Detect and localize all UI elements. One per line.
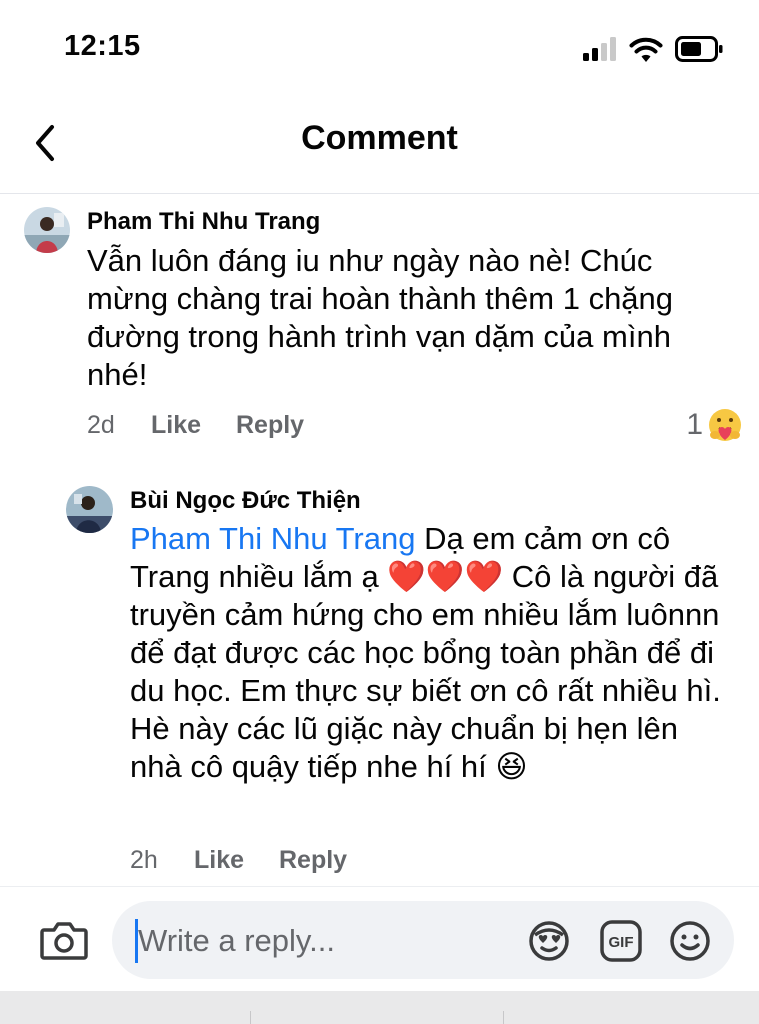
avatar[interactable] (66, 486, 113, 533)
like-button[interactable]: Like (151, 411, 236, 440)
comment-text: Pham Thi Nhu Trang Dạ em cảm ơn cô Trang… (130, 520, 730, 786)
like-button[interactable]: Like (194, 846, 279, 875)
page-title: Comment (301, 119, 458, 157)
emoji-icon[interactable] (668, 919, 712, 963)
comment-timestamp: 2h (130, 846, 158, 874)
comment-actions: 2h Like Reply (130, 846, 347, 875)
wifi-icon (629, 37, 663, 62)
reply-button[interactable]: Reply (279, 846, 347, 875)
divider (250, 1011, 251, 1024)
mention-link[interactable]: Pham Thi Nhu Trang (130, 521, 415, 556)
care-reaction-icon (709, 409, 741, 441)
avatar[interactable] (24, 207, 70, 253)
reaction-summary[interactable]: 1 (686, 407, 743, 443)
heart-emojis: ❤️❤️❤️ (387, 559, 504, 594)
comment-timestamp: 2d (87, 411, 115, 439)
reply-input-container[interactable]: GIF (112, 901, 734, 979)
comment-actions: 2d Like Reply (87, 411, 304, 440)
reply-button[interactable]: Reply (236, 411, 304, 440)
bottom-bar (0, 991, 759, 1024)
reply-composer: GIF (0, 886, 759, 992)
header: Comment (0, 95, 759, 194)
camera-icon[interactable] (40, 920, 88, 960)
status-time: 12:15 (64, 30, 141, 62)
status-icons (583, 34, 723, 64)
avatar-sticker-icon[interactable] (527, 919, 571, 963)
comment-author[interactable]: Pham Thi Nhu Trang (87, 208, 320, 236)
comment-text: Vẫn luôn đáng iu như ngày nào nè! Chúc m… (87, 243, 674, 392)
reaction-count: 1 (686, 408, 703, 441)
divider (503, 1011, 504, 1024)
status-bar: 12:15 (0, 0, 759, 95)
cellular-signal-icon (583, 37, 616, 61)
grinning-emoji: 😆 (495, 749, 528, 784)
comment-author[interactable]: Bùi Ngọc Đức Thiện (130, 487, 361, 515)
reply-input[interactable] (136, 918, 500, 964)
svg-text:GIF: GIF (609, 934, 634, 951)
gif-icon[interactable]: GIF (599, 919, 643, 963)
battery-icon (675, 36, 723, 62)
